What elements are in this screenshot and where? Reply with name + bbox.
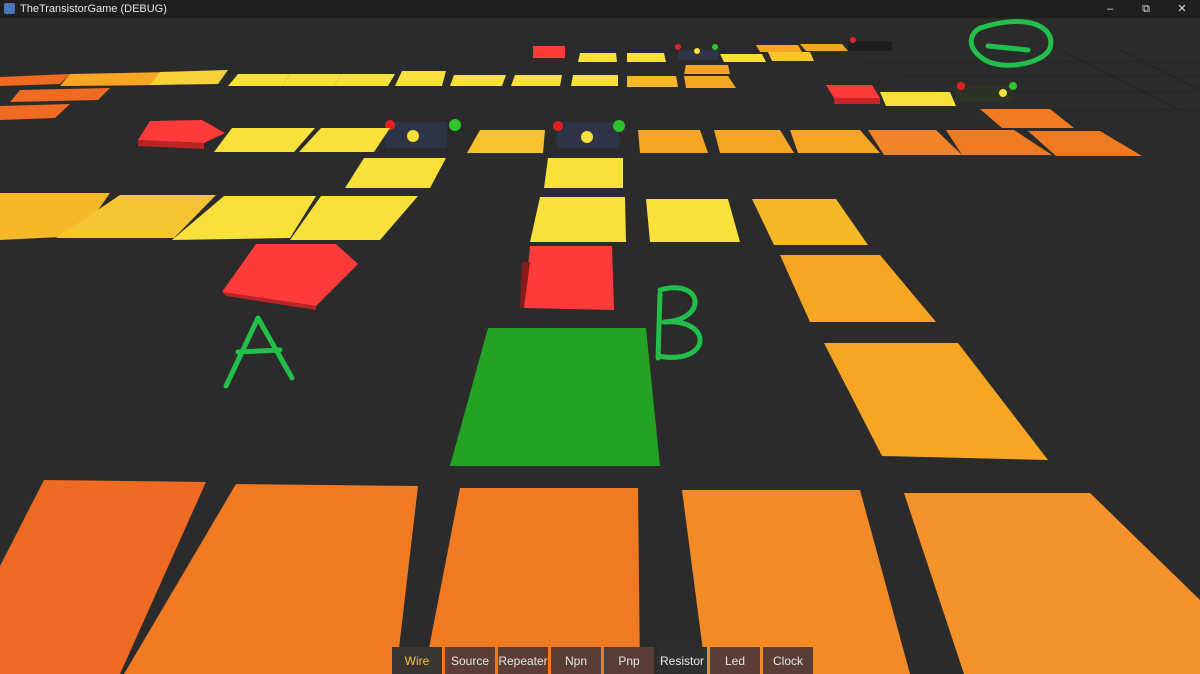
restore-icon[interactable]: ⧉ xyxy=(1128,0,1164,18)
tool-source[interactable]: Source xyxy=(445,647,495,674)
source-block-b[interactable] xyxy=(520,246,614,310)
tool-repeater[interactable]: Repeater xyxy=(498,647,548,674)
tool-led[interactable]: Led xyxy=(710,647,760,674)
minimize-icon[interactable]: – xyxy=(1092,0,1128,18)
component-toolbar: Wire Source Repeater Npn Pnp Resistor Le… xyxy=(392,647,813,674)
app-icon xyxy=(4,3,15,14)
tool-npn[interactable]: Npn xyxy=(551,647,601,674)
source-block-a[interactable] xyxy=(222,244,358,310)
led-tile-green[interactable] xyxy=(450,328,660,466)
game-viewport[interactable]: A B xyxy=(0,18,1200,674)
tool-wire[interactable]: Wire xyxy=(392,647,442,674)
label-b: B xyxy=(668,353,669,355)
title-bar: TheTransistorGame (DEBUG) – ⧉ ✕ xyxy=(0,0,1200,18)
close-icon[interactable]: ✕ xyxy=(1164,0,1200,18)
wire-tiles-near[interactable] xyxy=(0,480,1200,674)
tool-pnp[interactable]: Pnp xyxy=(604,647,654,674)
window-title: TheTransistorGame (DEBUG) xyxy=(20,3,167,15)
tool-resistor[interactable]: Resistor xyxy=(657,647,707,674)
label-a: A xyxy=(240,388,241,391)
tool-clock[interactable]: Clock xyxy=(763,647,813,674)
